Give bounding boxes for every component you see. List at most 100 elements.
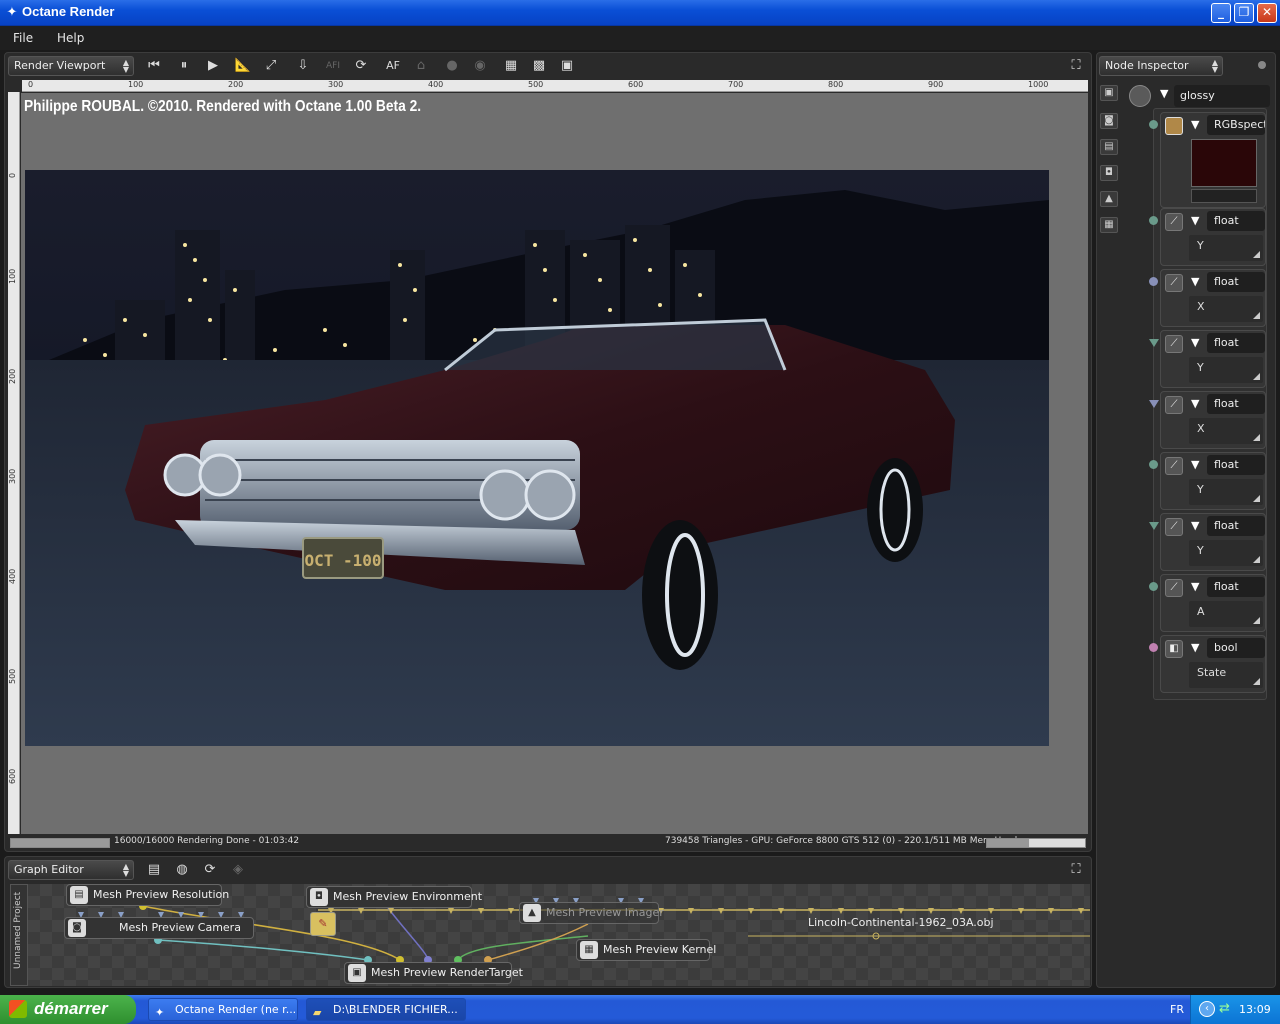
graph-node-imager[interactable]: ▲ Mesh Preview Imager (519, 902, 664, 924)
checker-three-icon[interactable]: ▣ (557, 56, 577, 76)
camera-icon[interactable]: ◙ (1100, 113, 1118, 129)
rgb-type-label: RGBspectru (1207, 115, 1265, 135)
curve-icon[interactable]: ⟋ (1165, 579, 1183, 597)
menu-file[interactable]: File (13, 31, 33, 45)
menu-help[interactable]: Help (57, 31, 84, 45)
rgb-swatch-icon[interactable] (1165, 117, 1183, 135)
material-sphere-icon[interactable] (1129, 85, 1151, 107)
node-value-field[interactable]: Y (1189, 540, 1263, 566)
input-pin-icon[interactable] (1149, 339, 1159, 347)
curve-icon[interactable]: ⟋ (1165, 213, 1183, 231)
expand-triangle-icon[interactable]: ▼ (1191, 275, 1199, 288)
load-icon[interactable]: ▤ (144, 860, 164, 880)
title-bar: ✦ Octane Render _ ❐ ✕ (0, 0, 1280, 26)
input-pin-icon[interactable] (1149, 120, 1158, 129)
resize-corner-icon (1253, 434, 1260, 441)
input-pin-icon[interactable] (1149, 522, 1159, 530)
material-node-icon[interactable]: ✎ (310, 912, 336, 936)
maximize-graph-icon[interactable]: ⛶ (1066, 860, 1086, 880)
fit-view-icon[interactable]: ⤢ (261, 56, 281, 76)
taskbar-item-octane[interactable]: ✦ Octane Render (ne r... (148, 998, 298, 1021)
node-value-field[interactable]: Y (1189, 357, 1263, 383)
curve-icon[interactable]: ⟋ (1165, 518, 1183, 536)
checker-one-icon[interactable]: ▦ (501, 56, 521, 76)
expand-triangle-icon[interactable]: ▼ (1191, 336, 1199, 349)
input-pin-icon[interactable] (1149, 277, 1158, 286)
rgb-color-preview[interactable] (1191, 139, 1257, 187)
graph-canvas[interactable]: ▤ Mesh Preview Resolution ◙ Mesh Preview… (28, 884, 1090, 986)
input-pin-icon[interactable] (1149, 400, 1159, 408)
curve-icon[interactable]: ⟋ (1165, 396, 1183, 414)
disabled-tool-icon[interactable]: ◈ (228, 860, 248, 880)
inspector-type-dropdown[interactable]: Node Inspector ▲ ▼ (1099, 56, 1223, 76)
sphere-alt-icon[interactable]: ◉ (470, 56, 490, 76)
camera-lock-icon[interactable]: ⌂ (411, 56, 431, 76)
maximize-viewport-icon[interactable]: ⛶ (1066, 56, 1086, 76)
input-pin-icon[interactable] (1149, 582, 1158, 591)
resolution-icon[interactable]: ▤ (1100, 139, 1118, 155)
viewport-type-dropdown[interactable]: Render Viewport ▲ ▼ (8, 56, 134, 76)
graph-node-label: Mesh Preview RenderTarget (371, 966, 523, 979)
node-value-field[interactable]: X (1189, 296, 1263, 322)
graph-node-camera[interactable]: ◙ Mesh Preview Camera (64, 917, 254, 939)
environment-icon[interactable]: ◘ (1100, 165, 1118, 181)
input-pin-icon[interactable] (1149, 643, 1158, 652)
start-button[interactable]: démarrer (0, 995, 136, 1024)
tray-expand-icon[interactable]: ‹ (1199, 1001, 1215, 1017)
expand-triangle-icon[interactable]: ▼ (1191, 214, 1199, 227)
graph-node-rendertarget[interactable]: ▣ Mesh Preview RenderTarget (344, 962, 523, 984)
play-icon[interactable]: ▶ (203, 56, 223, 76)
language-indicator[interactable]: FR (1170, 1003, 1184, 1016)
refresh-icon[interactable]: ⟳ (351, 56, 371, 76)
curve-icon[interactable]: ⟋ (1165, 335, 1183, 353)
expand-triangle-icon[interactable]: ▼ (1160, 87, 1168, 100)
kernel-icon: ▦ (580, 941, 598, 959)
expand-triangle-icon[interactable]: ▼ (1191, 519, 1199, 532)
sphere-icon[interactable]: ● (442, 56, 462, 76)
node-field-label: Y (1197, 483, 1204, 496)
ruler-icon[interactable]: 📐 (233, 56, 253, 76)
ruler-top-label: 100 (128, 80, 144, 89)
curve-icon[interactable]: ⟋ (1165, 457, 1183, 475)
node-value-field[interactable]: X (1189, 418, 1263, 444)
reload-icon[interactable]: ⟳ (200, 860, 220, 880)
graph-node-resolution[interactable]: ▤ Mesh Preview Resolution (66, 884, 229, 906)
graph-node-kernel[interactable]: ▦ Mesh Preview Kernel (576, 939, 716, 961)
graph-node-environment[interactable]: ◘ Mesh Preview Environment (306, 886, 482, 908)
close-button[interactable]: ✕ (1257, 3, 1277, 23)
expand-triangle-icon[interactable]: ▼ (1191, 397, 1199, 410)
mesh-node-label[interactable]: Lincoln-Continental-1962_03A.obj (808, 916, 994, 929)
network-icon[interactable]: ⇄ (1219, 1001, 1230, 1016)
graph-editor-dropdown[interactable]: Graph Editor ▲ ▼ (8, 860, 134, 880)
node-value-field[interactable]: Y (1189, 479, 1263, 505)
updown-arrow-icon: ▲ ▼ (122, 58, 129, 74)
taskbar-item-folder[interactable]: ▰ D:\BLENDER FICHIER... (306, 998, 466, 1021)
restart-render-icon[interactable]: ⏮ (144, 56, 164, 76)
pause-icon[interactable]: ⏸ (174, 56, 194, 76)
bool-icon[interactable]: ◧ (1165, 640, 1183, 658)
afi-icon[interactable]: AFI (323, 56, 343, 76)
input-pin-icon[interactable] (1149, 460, 1158, 469)
node-value-field[interactable]: Y (1189, 235, 1263, 261)
autofocus-icon[interactable]: AF (383, 56, 403, 76)
rgb-slider[interactable] (1191, 189, 1257, 203)
expand-triangle-icon[interactable]: ▼ (1191, 641, 1199, 654)
imager-icon[interactable]: ▲ (1100, 191, 1118, 207)
minimize-button[interactable]: _ (1211, 3, 1231, 23)
project-tab[interactable]: Unnamed Project (10, 884, 28, 986)
checker-two-icon[interactable]: ▩ (529, 56, 549, 76)
curve-icon[interactable]: ⟋ (1165, 274, 1183, 292)
node-value-field[interactable]: State (1189, 662, 1263, 688)
material-name-field[interactable]: glossy (1174, 85, 1270, 107)
kernel-icon[interactable]: ▦ (1100, 217, 1118, 233)
material-icon[interactable]: ◍ (172, 860, 192, 880)
inspector-menu-icon[interactable] (1258, 61, 1266, 69)
node-value-field[interactable]: A (1189, 601, 1263, 627)
expand-triangle-icon[interactable]: ▼ (1191, 458, 1199, 471)
input-pin-icon[interactable] (1149, 216, 1158, 225)
expand-triangle-icon[interactable]: ▼ (1191, 118, 1199, 131)
import-icon[interactable]: ⇩ (293, 56, 313, 76)
expand-triangle-icon[interactable]: ▼ (1191, 580, 1199, 593)
maximize-button[interactable]: ❐ (1234, 3, 1254, 23)
image-icon[interactable]: ▣ (1100, 85, 1118, 101)
